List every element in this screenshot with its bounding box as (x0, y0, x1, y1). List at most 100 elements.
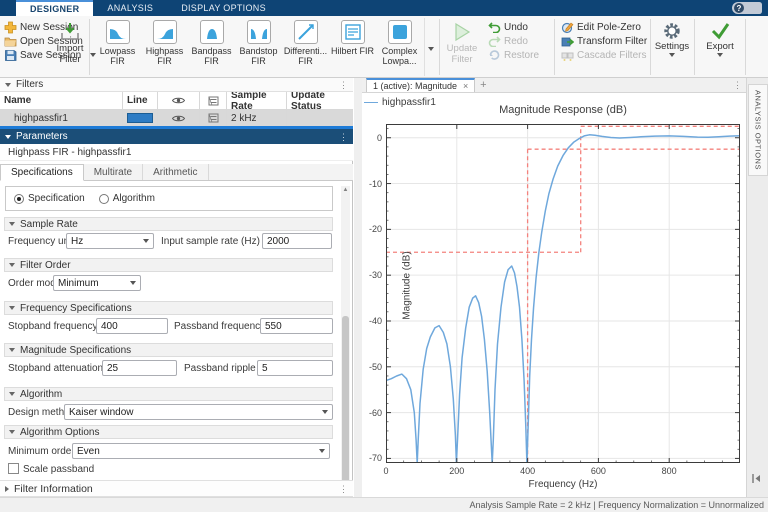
export-label: Export (706, 41, 734, 52)
stopband-frequency-field[interactable] (96, 318, 168, 334)
analysis-options-label: ANALYSIS OPTIONS (753, 90, 763, 170)
transform-filter-button[interactable]: Transform Filter (559, 34, 649, 48)
axis-tick-label: -30 (368, 270, 382, 281)
filters-panel-header[interactable]: Filters ⋮ (0, 78, 353, 92)
scale-passband-checkbox[interactable] (8, 463, 19, 474)
tab-designer[interactable]: DESIGNER (16, 0, 94, 16)
highpass-fir-button[interactable]: Highpass FIR (141, 18, 188, 76)
filter-line-cell[interactable] (123, 110, 158, 126)
undo-button[interactable]: Undo (486, 20, 530, 34)
edit-pole-zero-button[interactable]: Edit Pole-Zero (559, 20, 643, 34)
parameters-tabs: Specifications Multirate Arithmetic (0, 164, 353, 181)
filters-menu-icon[interactable]: ⋮ (339, 80, 348, 89)
frequency-specs-section-header[interactable]: Frequency Specifications (4, 301, 333, 315)
collapse-icon (9, 222, 15, 226)
chevron-down-icon (319, 449, 325, 453)
open-folder-icon (4, 37, 17, 46)
filter-visibility-cell[interactable] (158, 110, 200, 126)
bandpass-fir-button[interactable]: Bandpass FIR (188, 18, 235, 76)
axis-tick-label: -60 (368, 407, 382, 418)
analysis-options-tab[interactable]: ANALYSIS OPTIONS (748, 84, 768, 176)
settings-dropdown-icon (669, 53, 675, 57)
export-dropdown-icon (717, 53, 723, 57)
tab-analysis[interactable]: ANALYSIS (93, 0, 167, 16)
cascade-filters-button[interactable]: Cascade Filters (559, 48, 648, 62)
update-filter-label: Update (446, 43, 478, 54)
minimum-order-select[interactable]: Even (72, 443, 330, 459)
scroll-up-icon[interactable]: ▲ (342, 186, 349, 194)
collapse-icon (9, 430, 15, 434)
lowpass-fir-icon (105, 20, 130, 44)
minimum-order-value: Even (77, 445, 100, 457)
tab-multirate[interactable]: Multirate (84, 164, 144, 180)
export-button[interactable]: Export (698, 18, 742, 76)
import-filter-label: Import (56, 43, 84, 54)
settings-gear-icon (664, 23, 680, 39)
filter-information-header[interactable]: Filter Information ⋮ (0, 480, 353, 497)
update-filter-label2: Filter (451, 54, 473, 65)
col-line: Line (123, 92, 158, 109)
magnitude-specs-title: Magnitude Specifications (20, 344, 132, 356)
hilbert-fir-button[interactable]: Hilbert FIR (329, 18, 376, 76)
parameters-scrollbar[interactable]: ▲ ▼ (341, 186, 350, 512)
magnitude-specs-section-header[interactable]: Magnitude Specifications (4, 343, 333, 357)
restore-label: Restore (504, 49, 540, 61)
magnitude-doc-tab[interactable]: 1 (active): Magnitude × (366, 78, 476, 92)
passband-frequency-field[interactable] (260, 318, 333, 334)
radio-specification[interactable]: Specification (14, 193, 85, 204)
collapse-icon (9, 263, 15, 267)
document-tabbar: 1 (active): Magnitude × + ⋮ (362, 78, 746, 93)
parameters-menu-icon[interactable]: ⋮ (339, 132, 348, 141)
undo-icon (488, 22, 501, 33)
tab-display-options[interactable]: DISPLAY OPTIONS (167, 0, 280, 16)
update-filter-button[interactable]: Update Filter (442, 18, 482, 76)
collapse-panel-icon[interactable] (752, 474, 761, 486)
restore-icon (489, 50, 500, 60)
magnitude-response-axes[interactable] (386, 124, 740, 463)
help-button[interactable]: ? (732, 2, 762, 14)
parameters-subtitle: Highpass FIR - highpassfir1 (0, 144, 353, 161)
legend-icon (208, 96, 218, 105)
line-color-swatch[interactable] (127, 113, 153, 123)
algorithm-section-header[interactable]: Algorithm (4, 387, 333, 401)
filter-legend-cell[interactable] (200, 110, 227, 126)
design-method-select[interactable]: Kaiser window (64, 404, 333, 420)
parameters-panel-title: Parameters (16, 131, 68, 142)
lowpass-fir-button[interactable]: Lowpass FIR (94, 18, 141, 76)
tab-arithmetic[interactable]: Arithmetic (143, 164, 209, 180)
gallery-expand-button[interactable] (424, 18, 437, 76)
filter-row-highpassfir1[interactable]: highpassfir1 2 kHz (0, 110, 353, 126)
passband-ripple-field[interactable] (257, 360, 333, 376)
filter-order-section-header[interactable]: Filter Order (4, 258, 333, 272)
parameters-panel-header[interactable]: Parameters ⋮ (0, 129, 353, 144)
algorithm-options-section-header[interactable]: Algorithm Options (4, 425, 333, 439)
settings-button[interactable]: Settings (652, 18, 692, 76)
tab-specifications[interactable]: Specifications (0, 164, 84, 181)
axis-tick-label: 0 (383, 466, 389, 476)
import-filter-button[interactable]: Import Filter (52, 18, 88, 76)
algorithm-options-title: Algorithm Options (20, 426, 100, 438)
close-tab-icon[interactable]: × (463, 81, 468, 91)
order-mode-select[interactable]: Minimum (53, 275, 141, 291)
restore-button[interactable]: Restore (486, 48, 541, 62)
left-panel: Filters ⋮ Name Line Sample Rate Update S… (0, 78, 353, 512)
add-tab-button[interactable]: + (475, 78, 491, 92)
redo-button[interactable]: Redo (486, 34, 530, 48)
filter-information-menu-icon[interactable]: ⋮ (339, 484, 348, 493)
input-sample-rate-field[interactable] (262, 233, 332, 249)
complex-lowpass-button[interactable]: Complex Lowpa... (376, 18, 423, 76)
doc-tabbar-menu-icon[interactable]: ⋮ (733, 80, 742, 91)
x-axis-label: Frequency (Hz) (528, 479, 598, 490)
bandstop-fir-button[interactable]: Bandstop FIR (235, 18, 282, 76)
frequency-units-select[interactable]: Hz (66, 233, 154, 249)
axis-tick-label: -20 (368, 224, 382, 235)
differentiator-fir-button[interactable]: Differenti... FIR (282, 18, 329, 76)
radio-specification-label: Specification (28, 193, 85, 204)
col-visibility (158, 92, 200, 109)
chevron-down-icon (322, 410, 328, 414)
gallery-item-label: Bandpass (191, 46, 232, 56)
stopband-attenuation-field[interactable] (102, 360, 177, 376)
sample-rate-section-header[interactable]: Sample Rate (4, 217, 333, 231)
col-legend (200, 92, 227, 109)
radio-algorithm[interactable]: Algorithm (98, 193, 155, 204)
